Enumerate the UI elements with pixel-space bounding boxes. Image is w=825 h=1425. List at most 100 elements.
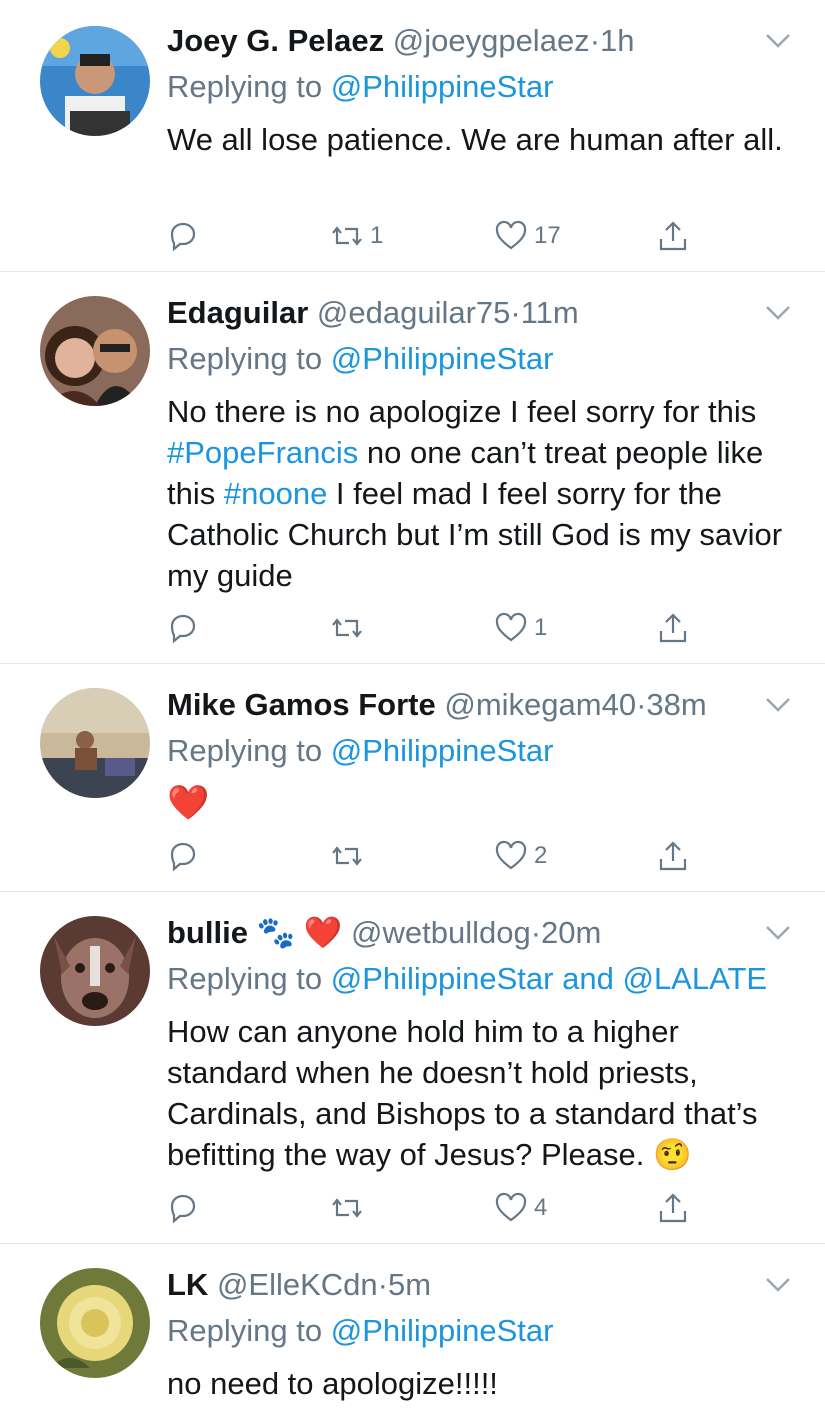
- avatar[interactable]: [40, 1268, 150, 1378]
- hashtag-link[interactable]: #noone: [224, 476, 327, 511]
- tweet-actions: 1: [0, 608, 825, 648]
- like-icon: [495, 840, 527, 870]
- reply-icon: [170, 1194, 196, 1224]
- like-button[interactable]: 1: [494, 608, 547, 648]
- name-emojis: 🐾 ❤️: [256, 915, 343, 950]
- handle[interactable]: @mikegam40: [444, 687, 636, 722]
- tweet-text: ❤️: [167, 784, 210, 822]
- display-name[interactable]: Mike Gamos Forte: [167, 687, 436, 722]
- reply-icon: [170, 842, 196, 872]
- like-count: 17: [534, 222, 561, 249]
- tweet-header: Joey G. Pelaez @joeygpelaez·1h: [167, 22, 635, 60]
- separator: ·: [530, 915, 542, 950]
- share-icon: [659, 841, 687, 871]
- tweet[interactable]: LK @ElleKCdn·5m Replying to @PhilippineS…: [0, 1244, 825, 1425]
- mention-link[interactable]: @PhilippineStar: [331, 69, 554, 104]
- timestamp[interactable]: 38m: [646, 687, 706, 722]
- share-button[interactable]: [656, 836, 690, 876]
- retweet-icon: [332, 226, 362, 246]
- replying-joiner: and: [562, 961, 614, 996]
- share-button[interactable]: [656, 1188, 690, 1228]
- timestamp[interactable]: 11m: [521, 295, 579, 330]
- timestamp[interactable]: 20m: [541, 915, 601, 950]
- text-segment: No there is no apologize I feel sorry fo…: [167, 394, 757, 429]
- retweet-count: 1: [370, 222, 384, 249]
- display-name[interactable]: Edaguilar: [167, 295, 308, 330]
- chevron-down-icon[interactable]: [765, 304, 791, 322]
- like-icon: [495, 612, 527, 642]
- share-icon: [659, 613, 687, 643]
- display-name[interactable]: Joey G. Pelaez: [167, 23, 384, 58]
- tweet-header: LK @ElleKCdn·5m: [167, 1266, 431, 1304]
- handle[interactable]: @edaguilar75: [317, 295, 511, 330]
- reply-button[interactable]: [166, 608, 206, 648]
- reply-button[interactable]: [166, 216, 206, 256]
- reply-button[interactable]: [166, 1188, 206, 1228]
- replying-to: Replying to @PhilippineStar: [167, 732, 553, 770]
- reply-button[interactable]: [166, 836, 206, 876]
- tweet[interactable]: Edaguilar @edaguilar75·11m Replying to @…: [0, 272, 825, 664]
- retweet-button[interactable]: [330, 1188, 370, 1228]
- mention-link[interactable]: @PhilippineStar: [331, 341, 554, 376]
- display-name[interactable]: bullie: [167, 915, 248, 950]
- separator: ·: [589, 23, 601, 58]
- like-button[interactable]: 17: [494, 216, 561, 256]
- retweet-icon: [332, 618, 362, 638]
- chevron-down-icon[interactable]: [765, 1276, 791, 1294]
- replying-to: Replying to @PhilippineStar: [167, 1312, 553, 1350]
- share-button[interactable]: [656, 216, 690, 256]
- retweet-button[interactable]: [330, 836, 370, 876]
- tweet[interactable]: Mike Gamos Forte @mikegam40·38m Replying…: [0, 664, 825, 892]
- avatar[interactable]: [40, 688, 150, 798]
- handle[interactable]: @ElleKCdn: [217, 1267, 378, 1302]
- display-name[interactable]: LK: [167, 1267, 208, 1302]
- like-count: 4: [534, 1194, 548, 1221]
- separator: ·: [510, 295, 521, 330]
- tweet-text: We all lose patience. We are human after…: [167, 122, 783, 157]
- avatar[interactable]: [40, 296, 150, 406]
- share-icon: [659, 221, 687, 251]
- separator: ·: [377, 1267, 388, 1302]
- like-count: 1: [534, 614, 548, 641]
- retweet-button[interactable]: [330, 608, 370, 648]
- retweet-button[interactable]: 1: [330, 216, 383, 256]
- replying-prefix: Replying to: [167, 733, 323, 768]
- like-icon: [495, 1192, 527, 1222]
- like-icon: [495, 220, 527, 250]
- tweet[interactable]: bullie 🐾 ❤️ @wetbulldog·20m Replying to …: [0, 892, 825, 1244]
- replying-prefix: Replying to: [167, 1313, 323, 1348]
- reply-icon: [170, 614, 196, 644]
- separator: ·: [636, 687, 647, 722]
- mention-link[interactable]: @PhilippineStar: [331, 1313, 554, 1348]
- replying-prefix: Replying to: [167, 69, 323, 104]
- timestamp[interactable]: 1h: [600, 23, 634, 58]
- timestamp[interactable]: 5m: [388, 1267, 431, 1302]
- like-button[interactable]: 4: [494, 1188, 547, 1228]
- tweet-text: How can anyone hold him to a higher stan…: [167, 1014, 758, 1172]
- handle[interactable]: @joeygpelaez: [393, 23, 590, 58]
- avatar[interactable]: [40, 26, 150, 136]
- replying-prefix: Replying to: [167, 341, 323, 376]
- replying-to: Replying to @PhilippineStar: [167, 340, 553, 378]
- share-button[interactable]: [656, 608, 690, 648]
- replying-prefix: Replying to: [167, 961, 323, 996]
- handle[interactable]: @wetbulldog: [351, 915, 531, 950]
- replying-to: Replying to @PhilippineStar and @LALATE: [167, 960, 767, 998]
- mention-link[interactable]: @LALATE: [622, 961, 767, 996]
- like-button[interactable]: 2: [494, 836, 547, 876]
- tweet-actions: 4: [0, 1188, 825, 1228]
- tweet-header: Mike Gamos Forte @mikegam40·38m: [167, 686, 707, 724]
- tweet[interactable]: Joey G. Pelaez @joeygpelaez·1h Replying …: [0, 0, 825, 272]
- retweet-icon: [332, 1198, 362, 1218]
- chevron-down-icon[interactable]: [765, 696, 791, 714]
- chevron-down-icon[interactable]: [765, 924, 791, 942]
- mention-link[interactable]: @PhilippineStar: [331, 961, 554, 996]
- avatar[interactable]: [40, 916, 150, 1026]
- tweet-text: No there is no apologize I feel sorry fo…: [167, 391, 807, 596]
- mention-link[interactable]: @PhilippineStar: [331, 733, 554, 768]
- tweet-text: no need to apologize!!!!!: [167, 1366, 498, 1401]
- reply-icon: [170, 222, 196, 252]
- tweet-header: Edaguilar @edaguilar75·11m: [167, 294, 579, 332]
- chevron-down-icon[interactable]: [765, 32, 791, 50]
- hashtag-link[interactable]: #PopeFrancis: [167, 435, 358, 470]
